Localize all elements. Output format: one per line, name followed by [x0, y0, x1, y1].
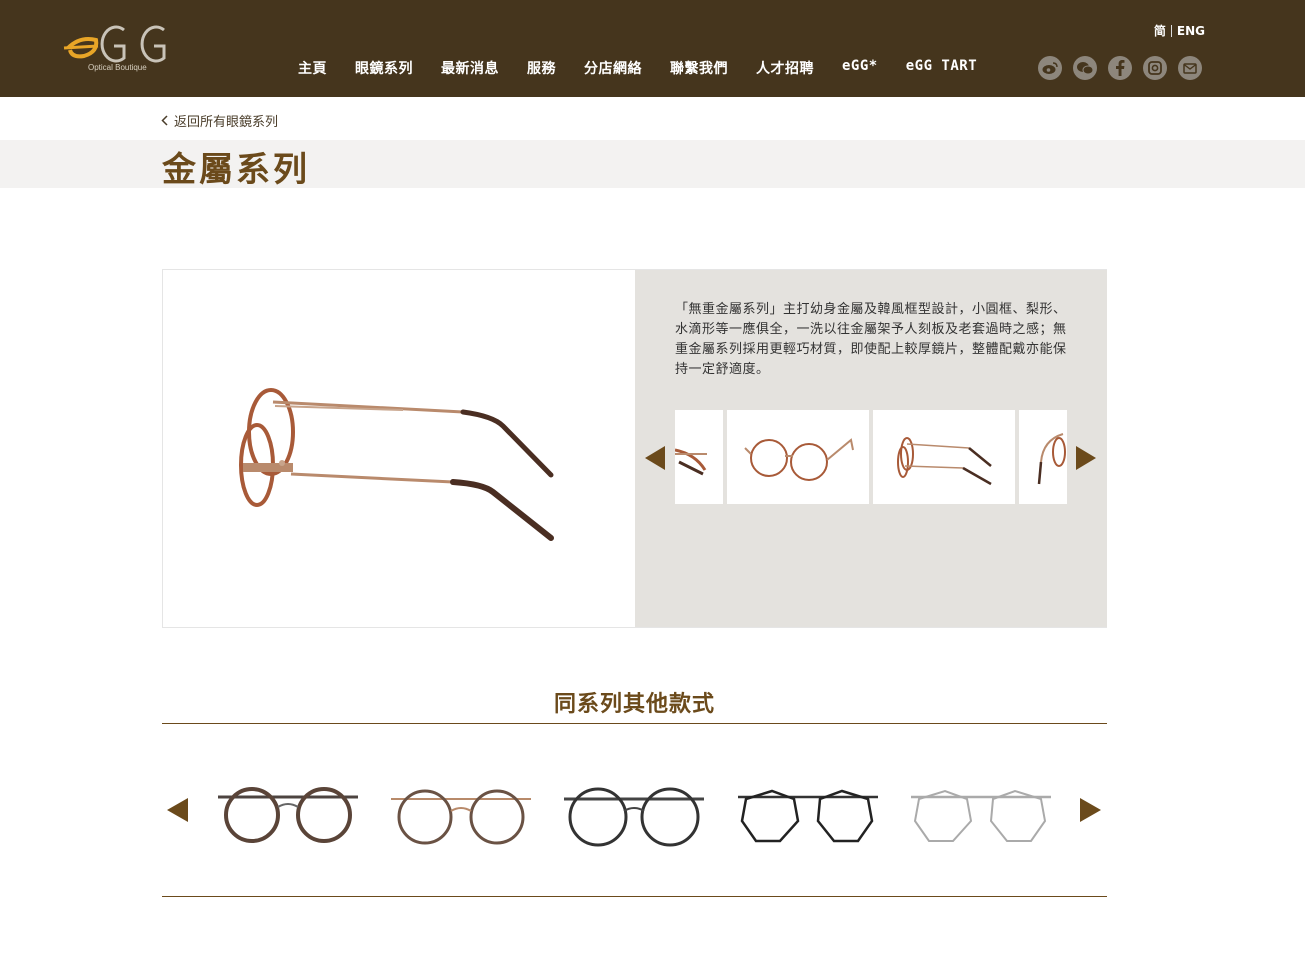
- page-title: 金屬系列: [162, 150, 310, 190]
- nav-egg-star[interactable]: eGG*: [842, 58, 878, 78]
- nav-eyewear[interactable]: 眼鏡系列: [355, 58, 413, 78]
- thumbnail-next-arrow-icon[interactable]: [1076, 446, 1096, 470]
- related-item-1[interactable]: [212, 775, 364, 855]
- logo-subtitle: Optical Boutique: [88, 63, 147, 72]
- site-header: Optical Boutique 简 ENG 主頁 眼鏡系列 最新消息 服務 分…: [0, 0, 1305, 97]
- product-showcase: 「無重金屬系列」主打幼身金屬及韓風框型設計，小圓框、梨形、水滴形等一應俱全，一洗…: [162, 269, 1107, 628]
- wechat-icon[interactable]: [1073, 56, 1097, 80]
- nav-careers[interactable]: 人才招聘: [756, 58, 814, 78]
- nav-home[interactable]: 主頁: [298, 58, 327, 78]
- related-item-2[interactable]: [385, 775, 537, 855]
- lang-divider: [1170, 24, 1172, 37]
- back-to-collections-link[interactable]: 返回所有眼鏡系列: [161, 111, 278, 130]
- thumbnail-strip: [675, 410, 1067, 504]
- related-divider-bottom: [162, 896, 1107, 897]
- product-description: 「無重金屬系列」主打幼身金屬及韓風框型設計，小圓框、梨形、水滴形等一應俱全，一洗…: [675, 302, 1067, 377]
- chevron-left-icon: [161, 115, 168, 126]
- related-divider-top: [162, 723, 1107, 724]
- thumbnail-prev-arrow-icon[interactable]: [645, 446, 665, 470]
- facebook-icon[interactable]: [1108, 56, 1132, 80]
- related-item-5[interactable]: [905, 775, 1057, 855]
- thumbnail-4[interactable]: [1019, 410, 1067, 504]
- nav-contact[interactable]: 聯繫我們: [670, 58, 728, 78]
- thumbnail-3[interactable]: [873, 410, 1015, 504]
- thumbnail-2[interactable]: [727, 410, 869, 504]
- back-link-label: 返回所有眼鏡系列: [174, 115, 279, 130]
- weibo-icon[interactable]: [1038, 56, 1062, 80]
- related-item-3[interactable]: [558, 775, 710, 855]
- lang-simplified[interactable]: 简: [1154, 22, 1166, 39]
- related-styles-title: 同系列其他款式: [553, 692, 715, 717]
- nav-news[interactable]: 最新消息: [441, 58, 499, 78]
- email-icon[interactable]: [1178, 56, 1202, 80]
- language-switch: 简 ENG: [1154, 22, 1205, 39]
- related-next-arrow-icon[interactable]: [1080, 798, 1101, 822]
- main-product-image: [163, 270, 635, 627]
- nav-services[interactable]: 服務: [527, 58, 556, 78]
- instagram-icon[interactable]: [1143, 56, 1167, 80]
- glasses-side-view: [239, 388, 554, 541]
- social-links: [1038, 56, 1202, 80]
- related-prev-arrow-icon[interactable]: [167, 798, 188, 822]
- thumbnail-1[interactable]: [675, 410, 723, 504]
- nav-branches[interactable]: 分店網絡: [584, 58, 642, 78]
- related-item-4[interactable]: [732, 775, 884, 855]
- nav-egg-tart[interactable]: eGG TART: [906, 58, 977, 78]
- product-info-panel: 「無重金屬系列」主打幼身金屬及韓風框型設計，小圓框、梨形、水滴形等一應俱全，一洗…: [635, 270, 1107, 627]
- lang-english[interactable]: ENG: [1177, 24, 1205, 38]
- main-nav: 主頁 眼鏡系列 最新消息 服務 分店網絡 聯繫我們 人才招聘 eGG* eGG …: [298, 58, 977, 78]
